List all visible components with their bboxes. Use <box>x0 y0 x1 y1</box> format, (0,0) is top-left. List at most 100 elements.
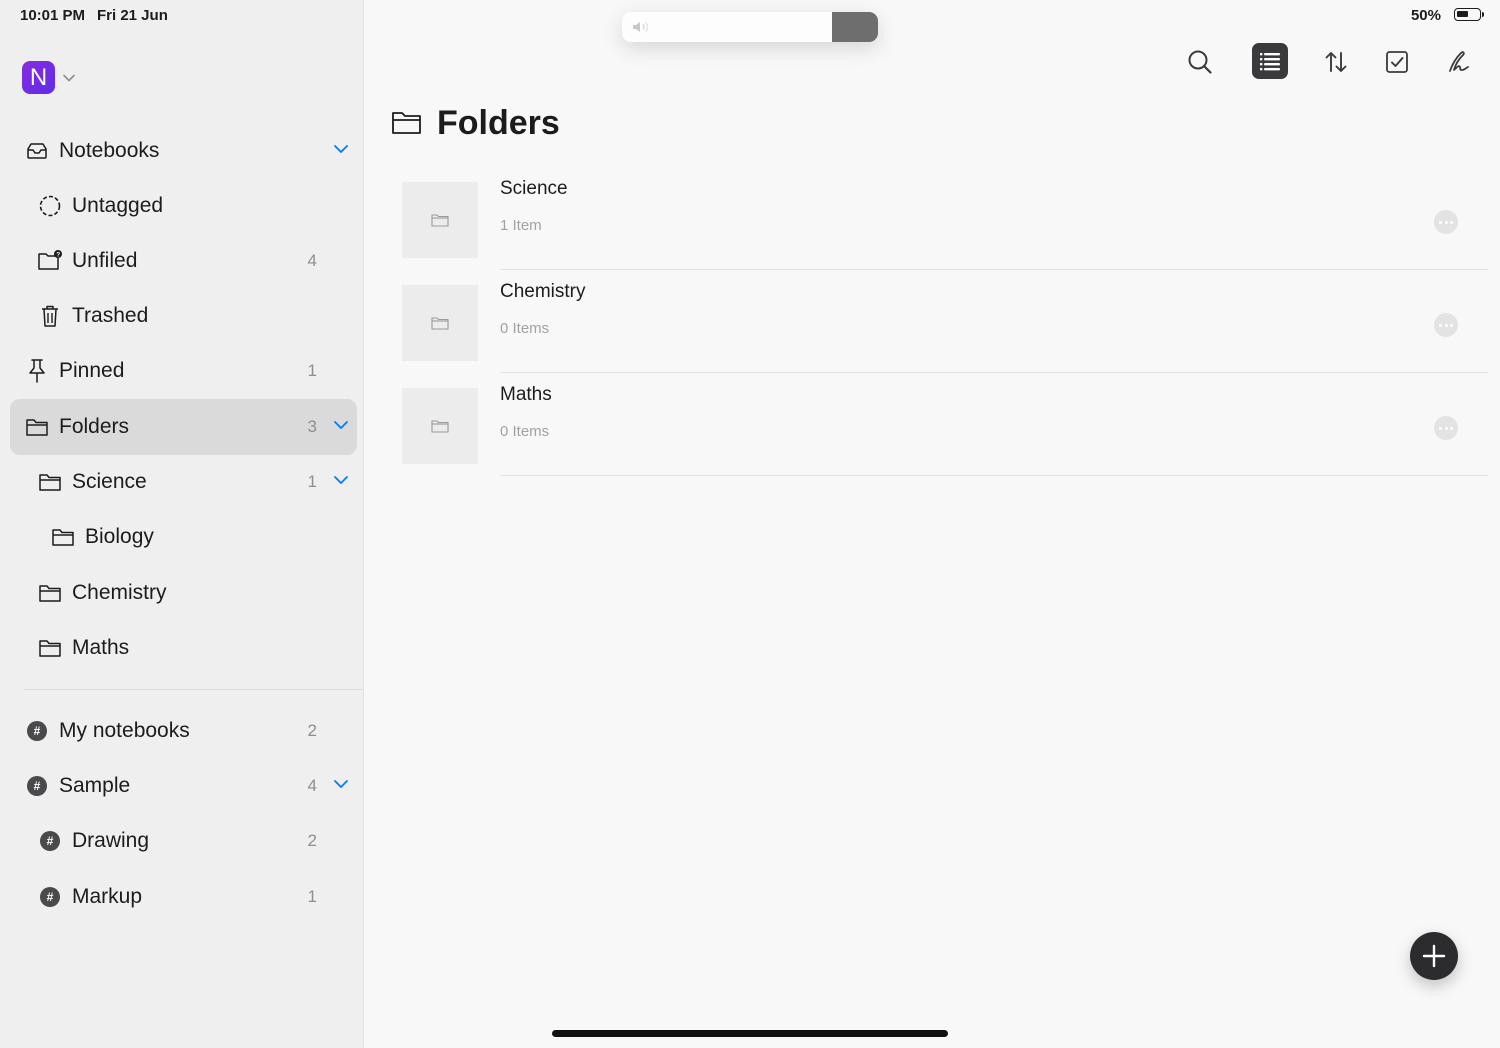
sidebar-item-label: Trashed <box>72 304 149 327</box>
item-count: 1 <box>307 472 317 491</box>
chevron-down-icon[interactable] <box>332 416 350 434</box>
add-button[interactable] <box>1410 932 1458 980</box>
sidebar-item-label: Maths <box>72 636 130 659</box>
checkbox-icon <box>1386 51 1408 73</box>
list-view-icon <box>1260 53 1280 71</box>
folder-icon <box>24 414 50 440</box>
item-count: 2 <box>307 831 317 850</box>
sidebar-item-science[interactable]: Science 1 <box>37 454 350 510</box>
sidebar-item-label: Unfiled <box>72 249 138 272</box>
chevron-down-icon <box>63 74 75 82</box>
sidebar: N Notebooks Untagged ? Unfiled 4 Trashed <box>0 0 364 1048</box>
sort-button[interactable] <box>1318 44 1354 80</box>
chevron-down-icon[interactable] <box>332 471 350 489</box>
svg-text:?: ? <box>56 252 60 259</box>
sidebar-item-label: My notebooks <box>59 719 190 742</box>
battery-icon <box>1454 8 1484 21</box>
more-options-icon[interactable] <box>1434 313 1458 337</box>
search-button[interactable] <box>1182 44 1218 80</box>
sidebar-item-label: Chemistry <box>72 581 167 604</box>
folder-icon <box>37 469 63 495</box>
item-count: 3 <box>307 417 317 436</box>
notebooks-tray-icon <box>24 138 50 164</box>
list-view-toggle[interactable] <box>1252 43 1288 79</box>
volume-level <box>832 12 878 42</box>
hashtag-icon: # <box>40 887 60 907</box>
item-count: 4 <box>307 776 317 795</box>
item-count: 1 <box>307 361 317 380</box>
folder-icon <box>431 420 449 433</box>
sidebar-item-folders[interactable]: Folders 3 <box>24 399 350 455</box>
speaker-icon <box>633 22 649 32</box>
item-count: 4 <box>307 251 317 270</box>
page-title: Folders <box>437 104 560 142</box>
folder-thumbnail <box>402 388 478 464</box>
chevron-down-icon[interactable] <box>332 775 350 793</box>
folder-thumbnail <box>402 285 478 361</box>
volume-hud <box>622 12 878 42</box>
more-options-icon[interactable] <box>1434 210 1458 234</box>
folder-thumbnail <box>402 182 478 258</box>
folder-icon <box>37 580 63 606</box>
sidebar-item-label: Pinned <box>59 359 125 382</box>
sidebar-item-label: Notebooks <box>59 139 160 162</box>
item-count: 1 <box>307 887 317 906</box>
avatar[interactable]: N <box>22 61 55 94</box>
pin-icon <box>24 358 50 384</box>
chevron-down-icon[interactable] <box>332 140 350 158</box>
item-count: 2 <box>307 721 317 740</box>
sidebar-item-drawing[interactable]: # Drawing 2 <box>37 813 350 869</box>
hashtag-icon: # <box>27 721 47 741</box>
folder-name: Chemistry <box>500 281 586 302</box>
sidebar-item-unfiled[interactable]: ? Unfiled 4 <box>37 233 350 289</box>
sidebar-item-trashed[interactable]: Trashed <box>37 288 350 344</box>
sidebar-item-biology[interactable]: Biology <box>50 509 350 565</box>
sort-icon <box>1325 52 1347 72</box>
folder-icon <box>431 214 449 227</box>
home-indicator[interactable] <box>552 1030 948 1037</box>
folder-question-icon: ? <box>37 248 63 274</box>
sidebar-item-my-notebooks[interactable]: # My notebooks 2 <box>24 703 350 759</box>
handwriting-icon <box>1449 51 1469 72</box>
dashed-circle-icon <box>37 193 63 219</box>
folder-icon <box>37 635 63 661</box>
sidebar-item-label: Sample <box>59 774 131 797</box>
folder-icon <box>50 524 76 550</box>
row-divider <box>500 372 1488 373</box>
sidebar-item-markup[interactable]: # Markup 1 <box>37 869 350 925</box>
sidebar-item-label: Untagged <box>72 194 164 217</box>
folder-item-count: 0 Items <box>500 423 550 440</box>
sidebar-divider <box>24 689 363 690</box>
folder-icon <box>392 112 421 134</box>
sidebar-item-label: Biology <box>85 525 154 548</box>
folder-name: Maths <box>500 384 552 405</box>
folder-item-count: 1 Item <box>500 217 542 234</box>
hashtag-icon: # <box>40 831 60 851</box>
sidebar-item-label: Folders <box>59 415 130 438</box>
sidebar-item-sample[interactable]: # Sample 4 <box>24 758 350 814</box>
hashtag-icon: # <box>27 776 47 796</box>
row-divider <box>500 269 1488 270</box>
sidebar-item-untagged[interactable]: Untagged <box>37 178 350 234</box>
row-divider <box>500 475 1488 476</box>
plus-icon <box>1422 944 1446 968</box>
new-handwriting-button[interactable] <box>1442 44 1478 80</box>
account-switcher[interactable]: N <box>22 61 75 94</box>
folder-row-science[interactable]: Science 1 Item <box>402 172 1488 275</box>
folder-icon <box>431 317 449 330</box>
sidebar-item-maths[interactable]: Maths <box>37 620 350 676</box>
sidebar-item-label: Markup <box>72 885 143 908</box>
status-time: 10:01 PM <box>20 7 86 24</box>
sidebar-item-notebooks[interactable]: Notebooks <box>24 123 350 179</box>
folder-row-maths[interactable]: Maths 0 Items <box>402 378 1488 481</box>
battery-percentage: 50% <box>1410 7 1441 24</box>
status-date: Fri 21 Jun <box>97 7 168 24</box>
sidebar-item-chemistry[interactable]: Chemistry <box>37 565 350 621</box>
select-button[interactable] <box>1379 44 1415 80</box>
folder-name: Science <box>500 178 568 199</box>
sidebar-item-label: Drawing <box>72 829 150 852</box>
sidebar-item-pinned[interactable]: Pinned 1 <box>24 343 350 399</box>
more-options-icon[interactable] <box>1434 416 1458 440</box>
folder-row-chemistry[interactable]: Chemistry 0 Items <box>402 275 1488 378</box>
search-icon <box>1188 50 1212 74</box>
